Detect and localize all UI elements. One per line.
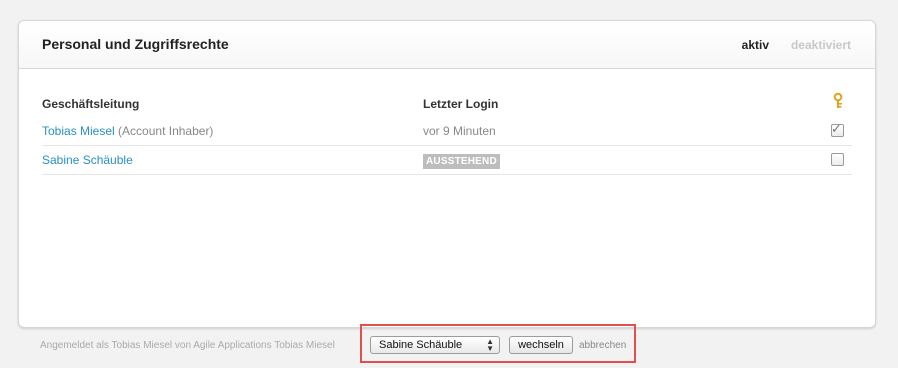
status-badge: AUSSTEHEND bbox=[423, 154, 500, 169]
user-role: (Account Inhaber) bbox=[118, 124, 214, 138]
staff-panel: Personal und Zugriffsrechte aktiv deakti… bbox=[18, 20, 876, 328]
user-name-sabine[interactable]: Sabine Schäuble bbox=[42, 153, 133, 167]
user-switch-select[interactable]: Sabine Schäuble ▲ ▼ bbox=[370, 336, 500, 354]
last-login: vor 9 Minuten bbox=[423, 124, 496, 138]
key-icon bbox=[832, 92, 844, 109]
last-login: AUSSTEHEND bbox=[423, 153, 500, 169]
panel-header: Personal und Zugriffsrechte aktiv deakti… bbox=[19, 21, 875, 69]
panel-title: Personal und Zugriffsrechte bbox=[42, 36, 229, 52]
table-row: Tobias Miesel (Account Inhaber) vor 9 Mi… bbox=[42, 117, 852, 146]
column-header-login: Letzter Login bbox=[423, 97, 499, 111]
table-row: Sabine Schäuble AUSSTEHEND bbox=[42, 146, 852, 175]
select-value: Sabine Schäuble bbox=[379, 339, 463, 351]
filter-active-link[interactable]: aktiv bbox=[742, 38, 769, 52]
cancel-link[interactable]: abbrechen bbox=[579, 340, 626, 351]
access-checkbox-tobias[interactable]: ✓ bbox=[831, 121, 844, 137]
filter-inactive-link[interactable]: deaktiviert bbox=[791, 38, 851, 52]
user-name-tobias[interactable]: Tobias Miesel (Account Inhaber) bbox=[42, 124, 213, 138]
footer-status-text: Angemeldet als Tobias Miesel von Agile A… bbox=[40, 340, 335, 351]
access-checkbox-sabine[interactable] bbox=[831, 153, 844, 166]
checkmark-icon: ✓ bbox=[831, 121, 842, 136]
column-header-name: Geschäftsleitung bbox=[42, 97, 140, 111]
select-arrows-icon: ▲ ▼ bbox=[486, 337, 494, 353]
switch-button[interactable]: wechseln bbox=[509, 336, 573, 354]
